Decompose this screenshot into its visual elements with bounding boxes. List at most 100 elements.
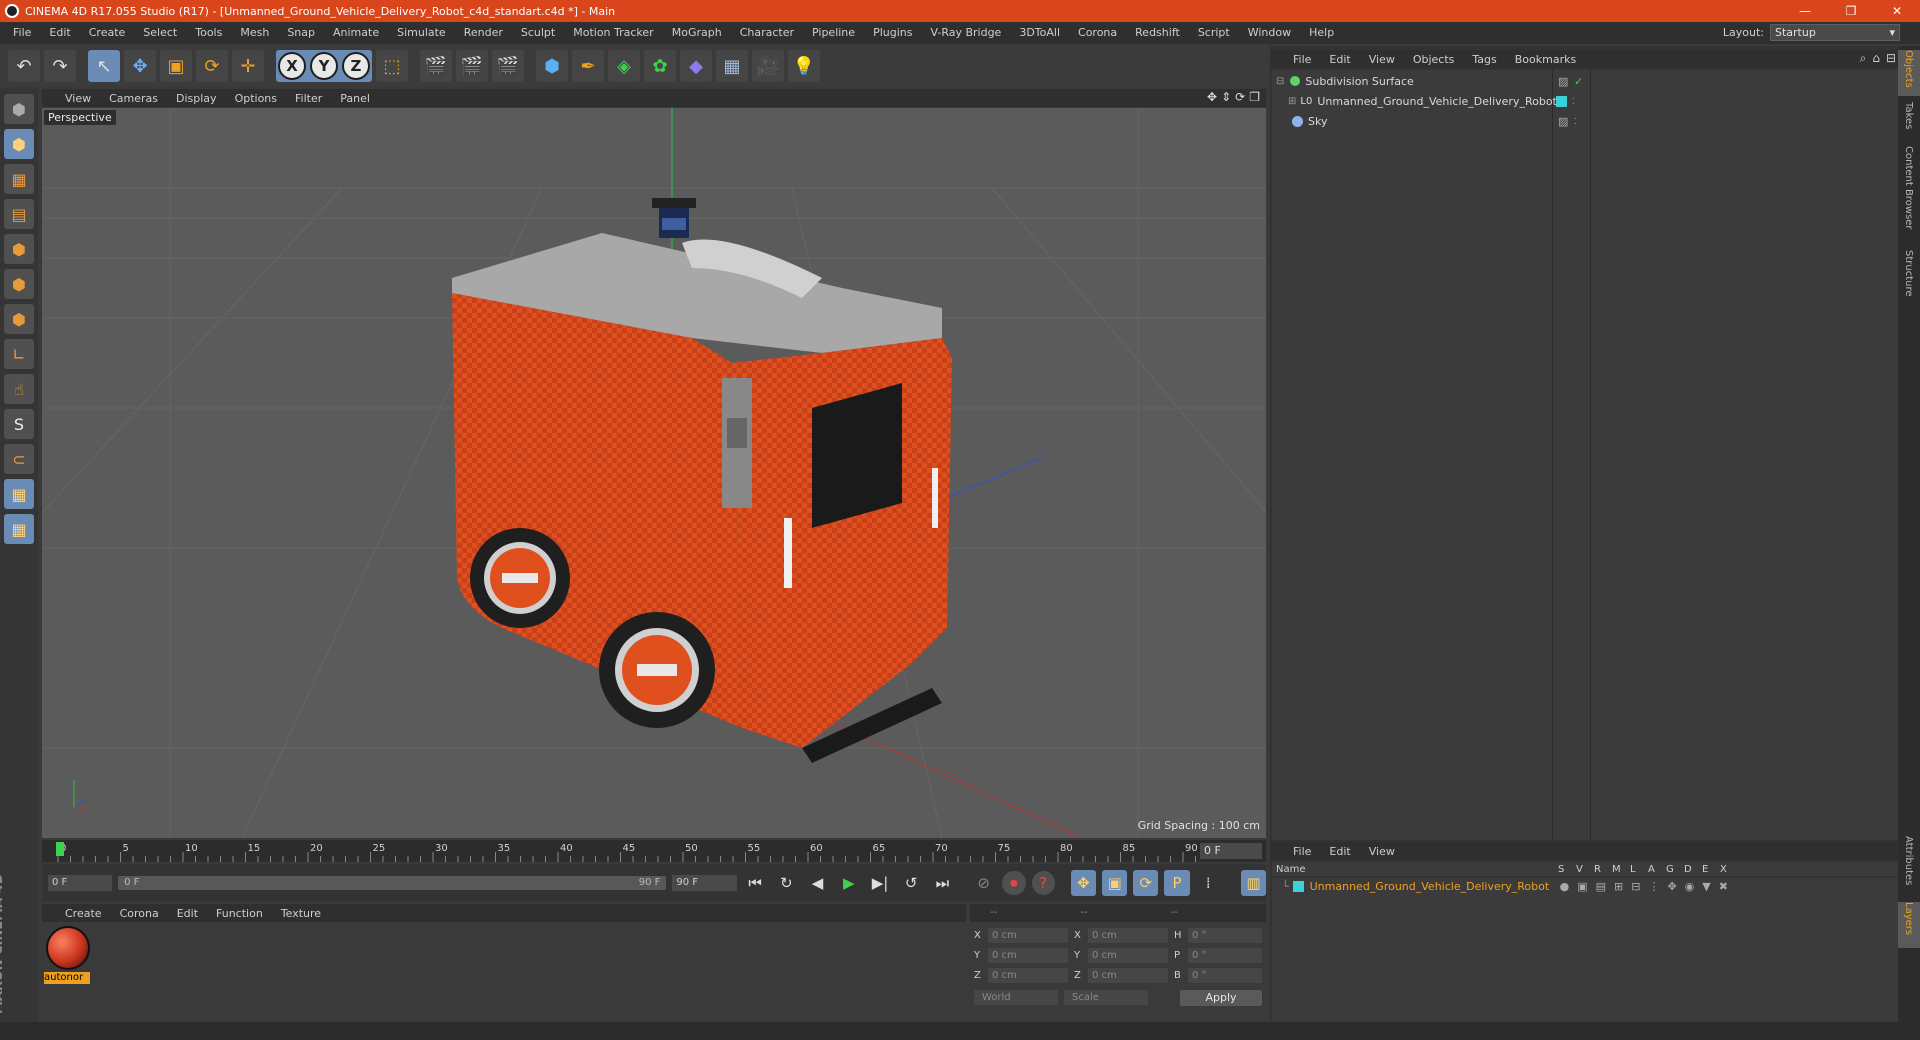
viewport-menu-cameras[interactable]: Cameras: [100, 92, 167, 105]
edges-mode-icon[interactable]: ⬢: [4, 269, 34, 299]
layout-dropdown[interactable]: Startup: [1770, 24, 1900, 41]
om-menu-edit[interactable]: Edit: [1320, 53, 1359, 66]
coord-system-dropdown[interactable]: World: [974, 990, 1058, 1005]
end-frame-field[interactable]: 90 F: [672, 875, 737, 891]
menu-select[interactable]: Select: [134, 22, 186, 44]
apply-button[interactable]: Apply: [1180, 990, 1262, 1006]
viewport-menu-panel[interactable]: Panel: [331, 92, 379, 105]
y-axis-lock-icon[interactable]: Y: [310, 52, 338, 80]
viewport-menu-view[interactable]: View: [56, 92, 100, 105]
scale-tool-icon[interactable]: ▣: [160, 50, 192, 82]
record-position-icon[interactable]: ✥: [1070, 870, 1096, 896]
menu-vray-bridge[interactable]: V-Ray Bridge: [921, 22, 1010, 44]
menu-redshift[interactable]: Redshift: [1126, 22, 1189, 44]
layer-color-swatch[interactable]: [1556, 95, 1567, 107]
transform-tool-icon[interactable]: ✛: [232, 50, 264, 82]
timeline-ruler[interactable]: 051015202530354045505560657075808590 0 F: [42, 840, 1266, 862]
rotation-p-field[interactable]: 0 °: [1188, 948, 1262, 963]
record-rotation-icon[interactable]: ⟳: [1133, 870, 1159, 896]
tab-structure[interactable]: Structure: [1898, 250, 1920, 310]
enabled-check-icon[interactable]: ✓: [1574, 75, 1583, 88]
om-menu-objects[interactable]: Objects: [1404, 53, 1464, 66]
viewport-menu-display[interactable]: Display: [167, 92, 226, 105]
viewport-maximize-icon[interactable]: ❐: [1249, 90, 1260, 104]
menu-motion-tracker[interactable]: Motion Tracker: [564, 22, 662, 44]
floor-icon[interactable]: ▦: [716, 50, 748, 82]
size-x-field[interactable]: 0 cm: [1088, 928, 1168, 943]
layer-toggle-icons[interactable]: ●▣▤⊞⊟⋮✥◉▼✖: [1560, 880, 1736, 893]
viewport-menu-options[interactable]: Options: [226, 92, 286, 105]
undo-icon[interactable]: ↶: [8, 50, 40, 82]
position-y-field[interactable]: 0 cm: [988, 948, 1068, 963]
rotation-b-field[interactable]: 0 °: [1188, 968, 1262, 983]
menu-simulate[interactable]: Simulate: [388, 22, 455, 44]
menu-tools[interactable]: Tools: [186, 22, 231, 44]
playhead-marker[interactable]: [56, 842, 64, 856]
next-frame-icon[interactable]: ▶|: [867, 870, 892, 896]
autokey-help-icon[interactable]: ?: [1031, 871, 1055, 895]
object-name[interactable]: Unmanned_Ground_Vehicle_Delivery_Robot: [1317, 95, 1557, 108]
menu-mesh[interactable]: Mesh: [231, 22, 278, 44]
menu-script[interactable]: Script: [1189, 22, 1239, 44]
play-icon[interactable]: ▶: [836, 870, 861, 896]
rotation-h-field[interactable]: 0 °: [1188, 928, 1262, 943]
object-row-subdivision-surface[interactable]: ⊟ Subdivision Surface ▨ ✓: [1272, 72, 1898, 90]
go-to-end-icon[interactable]: ⏭: [930, 870, 955, 896]
render-settings-icon[interactable]: 🎬: [492, 50, 524, 82]
tab-objects[interactable]: Objects: [1898, 50, 1920, 96]
material-menu-texture[interactable]: Texture: [272, 907, 330, 920]
axis-mode-icon[interactable]: ∟: [4, 339, 34, 369]
current-frame-field[interactable]: 0 F: [1200, 843, 1262, 859]
material-menu-function[interactable]: Function: [207, 907, 272, 920]
mograph-array-icon[interactable]: ✿: [644, 50, 676, 82]
om-menu-file[interactable]: File: [1284, 53, 1320, 66]
menu-character[interactable]: Character: [731, 22, 803, 44]
size-z-field[interactable]: 0 cm: [1088, 968, 1168, 983]
pen-spline-icon[interactable]: ✒: [572, 50, 604, 82]
menu-window[interactable]: Window: [1239, 22, 1300, 44]
menu-sculpt[interactable]: Sculpt: [512, 22, 564, 44]
tab-attributes[interactable]: Attributes: [1898, 836, 1920, 896]
editor-visibility-icon[interactable]: ▨: [1558, 115, 1568, 128]
record-scale-icon[interactable]: ▣: [1102, 870, 1128, 896]
om-menu-view[interactable]: View: [1360, 53, 1404, 66]
point-level-icon[interactable]: ⁞: [1196, 870, 1221, 896]
previous-key-icon[interactable]: ↻: [774, 870, 799, 896]
frame-range-slider[interactable]: 0 F 90 F: [118, 876, 667, 890]
workplane-mode-icon[interactable]: ▤: [4, 199, 34, 229]
object-row-robot[interactable]: ⊞ L0 Unmanned_Ground_Vehicle_Delivery_Ro…: [1272, 92, 1898, 110]
deformer-icon[interactable]: ◆: [680, 50, 712, 82]
size-y-field[interactable]: 0 cm: [1088, 948, 1168, 963]
layer-row[interactable]: └ Unmanned_Ground_Vehicle_Delivery_Robot…: [1272, 878, 1898, 895]
timeline-window-icon[interactable]: ▥: [1240, 870, 1267, 896]
viewport-rotate-icon[interactable]: ⟳: [1235, 90, 1245, 104]
record-parameter-icon[interactable]: P: [1164, 870, 1190, 896]
menu-render[interactable]: Render: [455, 22, 512, 44]
layer-name[interactable]: Unmanned_Ground_Vehicle_Delivery_Robot: [1310, 880, 1560, 893]
menu-3dtoall[interactable]: 3DToAll: [1010, 22, 1069, 44]
visibility-dots-icon[interactable]: ⁚: [1572, 97, 1575, 106]
viewport-zoom-icon[interactable]: ⇕: [1221, 90, 1231, 104]
tab-layers[interactable]: Layers: [1898, 902, 1920, 948]
previous-frame-icon[interactable]: ◀: [805, 870, 830, 896]
menu-snap[interactable]: Snap: [278, 22, 324, 44]
3d-viewport[interactable]: Perspective Grid Spacing : 100 cm: [42, 108, 1266, 838]
rotate-tool-icon[interactable]: ⟳: [196, 50, 228, 82]
menu-edit[interactable]: Edit: [40, 22, 79, 44]
x-axis-lock-icon[interactable]: X: [278, 52, 306, 80]
texture-mode-icon[interactable]: ▦: [4, 164, 34, 194]
object-row-sky[interactable]: Sky ▨ ⁚: [1272, 112, 1898, 130]
light-icon[interactable]: 💡: [788, 50, 820, 82]
solo-mode-icon[interactable]: S: [4, 409, 34, 439]
menu-file[interactable]: File: [4, 22, 40, 44]
model-mode-icon[interactable]: ⬢: [4, 129, 34, 159]
home-icon[interactable]: ⌂: [1872, 51, 1880, 66]
material-menu-corona[interactable]: Corona: [111, 907, 168, 920]
viewport-camera-label[interactable]: Perspective: [44, 110, 116, 125]
material-menu-edit[interactable]: Edit: [168, 907, 207, 920]
options-icon[interactable]: ⊟: [1886, 51, 1896, 66]
render-view-icon[interactable]: 🎬: [420, 50, 452, 82]
tab-takes[interactable]: Takes: [1898, 102, 1920, 142]
record-icon[interactable]: ⏺: [1002, 871, 1026, 895]
tab-content-browser[interactable]: Content Browser: [1898, 146, 1920, 246]
